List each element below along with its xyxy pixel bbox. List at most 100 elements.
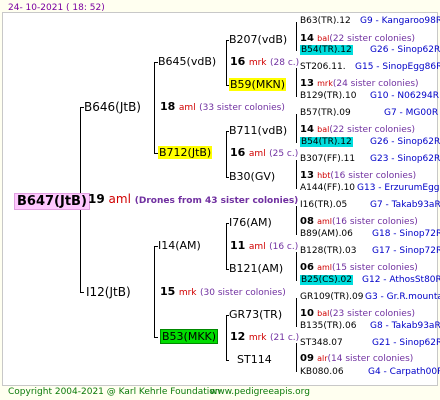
gen2-year: 16 (230, 146, 246, 159)
root-name: B647(JtB) (14, 193, 90, 210)
gen2-name: B712(JtB) (158, 146, 213, 159)
tree-line (226, 223, 227, 269)
gen4-row: B128(TR).03 (300, 247, 356, 256)
gen4-row: B25(CS).02 (300, 275, 353, 285)
root-queen: B647(JtB) (14, 192, 90, 210)
gen4-row: A144(FF).10 (300, 184, 355, 193)
gen4-name: B307(FF).11 (300, 154, 356, 164)
copyright: Copyright 2004-2021 @ Karl Kehrle Founda… (8, 387, 221, 397)
gen3-queen: B59(MKN) (229, 78, 287, 91)
gen4-name: B57(TR).09 (300, 108, 351, 118)
gen3-type: bal (317, 34, 330, 43)
tree-line (226, 40, 227, 85)
gen2-type: aml (248, 149, 266, 159)
gen2-year: 11 (230, 239, 246, 252)
gen4-name: B63(TR).12 (300, 16, 351, 26)
tree-line (154, 337, 158, 338)
gen4-row: B89(AM).06 (300, 230, 353, 239)
gen3-note: (22 sister colonies) (329, 125, 416, 135)
gen3-note: (22 sister colonies) (329, 34, 416, 44)
gen2-queen: B53(MKK) (160, 329, 219, 344)
root-year: 19 (88, 192, 105, 206)
gen4-id: G7 - Takab93aR (370, 200, 440, 210)
tree-line (296, 68, 297, 97)
gen3-type: alr (317, 354, 328, 363)
gen2-note: (28 c.) (270, 58, 300, 68)
gen2-queen: I14(AM) (158, 239, 201, 252)
gen1-queen: B646(JtB) (84, 100, 141, 114)
gen3-year: 09 (300, 353, 314, 364)
gen3-type: mrk (317, 79, 333, 88)
gen3-note: (16 sister colonies) (330, 171, 417, 181)
tree-line (226, 131, 227, 177)
gen1-queen: I12(JtB) (86, 285, 131, 299)
gen4-row: GR109(TR).09 (300, 293, 364, 302)
gen1-note: (30 sister colonies) (200, 288, 286, 298)
gen4-row: B129(TR).10 (300, 92, 356, 101)
site-link[interactable]: www.pedigreeapis.org (210, 387, 310, 397)
gen2-type: mrk (248, 333, 267, 343)
gen3-info: 06 aml(15 sister colonies) (300, 263, 418, 273)
gen3-queen: B30(GV) (229, 170, 276, 183)
gen4-id: G3 - Gr.R.mounta (365, 292, 440, 302)
tree-line (296, 206, 297, 235)
gen4-name: B135(TR).06 (300, 321, 357, 331)
tree-line (226, 315, 227, 360)
gen1-year: 18 (160, 100, 176, 113)
gen2-info: 16 aml (25 c.) (230, 147, 298, 159)
gen4-id: G7 - MG00R (384, 108, 439, 118)
gen3-info: 13 mrk(24 sister colonies) (300, 79, 419, 89)
gen3-year: 13 (300, 78, 314, 89)
gen2-type: aml (248, 242, 266, 252)
gen3-info: 14 bal(22 sister colonies) (300, 125, 415, 135)
gen3-type: hbt (317, 171, 331, 180)
tree-line (296, 114, 297, 143)
gen4-name: B25(CS).02 (300, 275, 353, 285)
gen3-year: 08 (300, 216, 314, 227)
gen1-year: 15 (160, 285, 176, 298)
gen2-note: (25 c.) (269, 149, 299, 159)
tree-line (154, 246, 155, 337)
gen2-queen: B712(JtB) (158, 146, 213, 159)
gen4-row: KB080.06 (300, 368, 344, 377)
gen1-info: 15 mrk (30 sister colonies) (160, 286, 286, 298)
gen4-row: ST206.11. (300, 63, 346, 72)
gen3-queen: I76(AM) (229, 216, 272, 229)
gen3-note: (23 sister colonies) (329, 309, 416, 319)
gen4-id: G12 - AthosSt80R (362, 275, 440, 285)
gen2-year: 16 (230, 55, 246, 68)
gen2-type: mrk (248, 58, 267, 68)
tree-line (80, 292, 84, 293)
gen3-year: 10 (300, 308, 314, 319)
gen2-year: 12 (230, 330, 246, 343)
gen1-type: mrk (178, 288, 197, 298)
root-info: 19 aml (Drones from 43 sister colonies) (88, 193, 298, 206)
gen3-info: 14 bal(22 sister colonies) (300, 34, 415, 44)
gen4-row: B54(TR).12 (300, 45, 353, 55)
gen3-note: (14 sister colonies) (327, 354, 414, 364)
gen2-note: (21 c.) (270, 333, 300, 343)
tree-line (296, 22, 297, 51)
gen4-row: ST348.07 (300, 339, 343, 348)
gen4-id: G17 - Sinop72R (372, 246, 440, 256)
gen3-info: 08 aml(16 sister colonies) (300, 217, 418, 227)
gen4-name: KB080.06 (300, 367, 344, 377)
gen3-queen: B121(AM) (229, 262, 284, 275)
gen3-queen: B207(vdB) (229, 33, 288, 46)
gen1-note: (33 sister colonies) (199, 103, 285, 113)
gen2-name: B53(MKK) (160, 329, 219, 344)
tree-line (296, 160, 297, 189)
gen3-year: 14 (300, 33, 314, 44)
gen2-note: (16 c.) (269, 242, 299, 252)
gen3-queen: ST114 (237, 353, 272, 366)
gen1-info: 18 aml (33 sister colonies) (160, 101, 285, 113)
gen4-name: I16(TR).05 (300, 200, 348, 210)
gen4-name: ST206.11. (300, 62, 346, 72)
gen4-id: G23 - Sinop62R (370, 154, 440, 164)
gen4-id: G4 - Carpath00R (368, 367, 440, 377)
tree-line (154, 62, 155, 153)
root-type: aml (108, 192, 131, 206)
gen4-id: G15 - SinopEgg86R (355, 62, 440, 72)
gen4-id: G26 - Sinop62R (370, 45, 440, 55)
gen4-row: B54(TR).12 (300, 137, 353, 147)
